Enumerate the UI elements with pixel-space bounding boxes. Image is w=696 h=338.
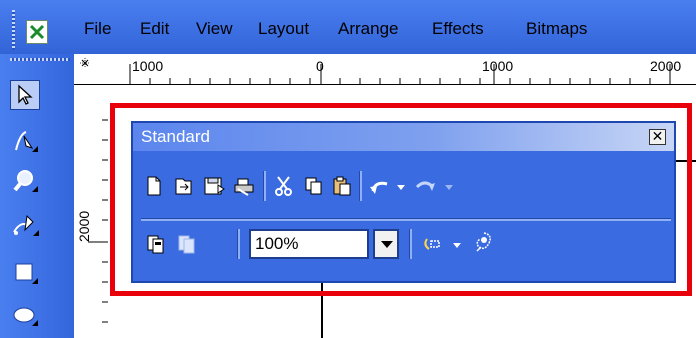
zoom-tool[interactable] [10, 166, 40, 196]
paste-clipboard-icon [333, 176, 351, 196]
close-icon: ✕ [651, 128, 664, 144]
menu-view-label: View [196, 19, 233, 38]
undo-arrow-icon [370, 181, 388, 194]
menu-layout[interactable]: Layout [258, 17, 309, 41]
launcher-dropdown-icon[interactable] [453, 243, 461, 248]
h-ruler-label-neg1000: 1000 [132, 58, 164, 74]
menu-view[interactable]: View [196, 17, 233, 41]
undo-dropdown-icon[interactable] [397, 185, 405, 190]
horizontal-ruler[interactable]: 1000 0 1000 2000 [110, 54, 696, 85]
row-separator [141, 218, 671, 221]
freehand-tool[interactable] [10, 210, 40, 240]
freehand-pen-icon [13, 214, 39, 236]
shape-tool[interactable] [10, 126, 40, 156]
menu-effects[interactable]: Effects [432, 17, 484, 41]
paste-button[interactable] [329, 173, 355, 199]
scissors-icon [275, 176, 292, 196]
pointer-arrow-icon [18, 84, 33, 105]
horizontal-ruler-ticks [129, 64, 671, 84]
open-folder-icon [175, 178, 192, 195]
open-button[interactable] [171, 173, 197, 199]
copy-button[interactable] [301, 173, 327, 199]
app-icon[interactable] [26, 20, 48, 44]
undo-button[interactable] [367, 173, 393, 199]
menu-layout-label: Layout [258, 19, 310, 38]
menu-effects-label: Effects [432, 19, 484, 38]
menu-arrange-label: Arrange [338, 19, 399, 38]
menu-bitmaps[interactable]: Bitmaps [526, 17, 587, 41]
import-button[interactable] [143, 231, 169, 257]
menubar-grip[interactable] [12, 10, 15, 50]
separator [237, 229, 240, 259]
menu-arrange[interactable]: Arrange [338, 17, 398, 41]
menu-bitmaps-label: Bitmaps [526, 19, 588, 38]
standard-toolbar-title: Standard [141, 127, 210, 146]
h-ruler-label-2000: 2000 [650, 58, 682, 74]
standard-toolbar-titlebar[interactable]: Standard ✕ [133, 123, 674, 151]
save-button[interactable] [201, 173, 227, 199]
h-ruler-label-1000: 1000 [482, 58, 514, 74]
ellipse-icon [13, 307, 38, 326]
ruler-corner[interactable] [74, 54, 110, 108]
rectangle-tool[interactable] [10, 258, 40, 288]
separator [263, 171, 266, 201]
cut-button[interactable] [271, 173, 297, 199]
ellipse-tool[interactable] [10, 300, 40, 330]
pick-tool[interactable] [10, 80, 40, 110]
corel-online-button[interactable] [471, 229, 497, 255]
menu-file[interactable]: File [84, 17, 111, 41]
menu-file-label: File [84, 19, 112, 38]
close-button[interactable]: ✕ [649, 129, 666, 145]
zoom-level-input[interactable]: 100% [249, 229, 369, 259]
corel-logo-icon [29, 24, 45, 40]
magnifier-icon [13, 170, 38, 192]
redo-dropdown-icon[interactable] [445, 185, 453, 190]
new-document-icon [147, 176, 161, 196]
separator [359, 171, 362, 201]
zoom-dropdown-button[interactable] [373, 229, 399, 259]
save-icon [204, 177, 225, 195]
balloon-icon [476, 232, 491, 252]
vertical-ruler[interactable]: 2000 [74, 108, 109, 338]
import-icon [147, 235, 164, 254]
toolbox [0, 54, 74, 338]
shape-node-icon [15, 131, 38, 152]
menu-bar: File Edit View Layout Arrange Effects Bi… [0, 0, 696, 54]
export-icon [178, 235, 195, 254]
application-launcher-button[interactable] [421, 231, 447, 257]
rectangle-icon [15, 263, 38, 284]
menu-edit-label: Edit [140, 19, 170, 38]
menu-edit[interactable]: Edit [140, 17, 169, 41]
v-ruler-label-2000: 2000 [76, 210, 92, 242]
new-button[interactable] [141, 173, 167, 199]
standard-toolbar: Standard ✕ 100% [131, 121, 676, 283]
app-launcher-icon [424, 238, 440, 250]
print-button[interactable] [231, 173, 257, 199]
redo-arrow-icon [415, 181, 435, 191]
copy-icon [305, 177, 322, 195]
redo-button[interactable] [413, 173, 439, 199]
separator [409, 229, 412, 259]
chevron-down-icon [381, 241, 393, 248]
print-icon [234, 178, 254, 196]
export-button[interactable] [173, 231, 199, 257]
h-ruler-label-0: 0 [316, 58, 324, 74]
toolbox-grip[interactable] [10, 58, 70, 61]
